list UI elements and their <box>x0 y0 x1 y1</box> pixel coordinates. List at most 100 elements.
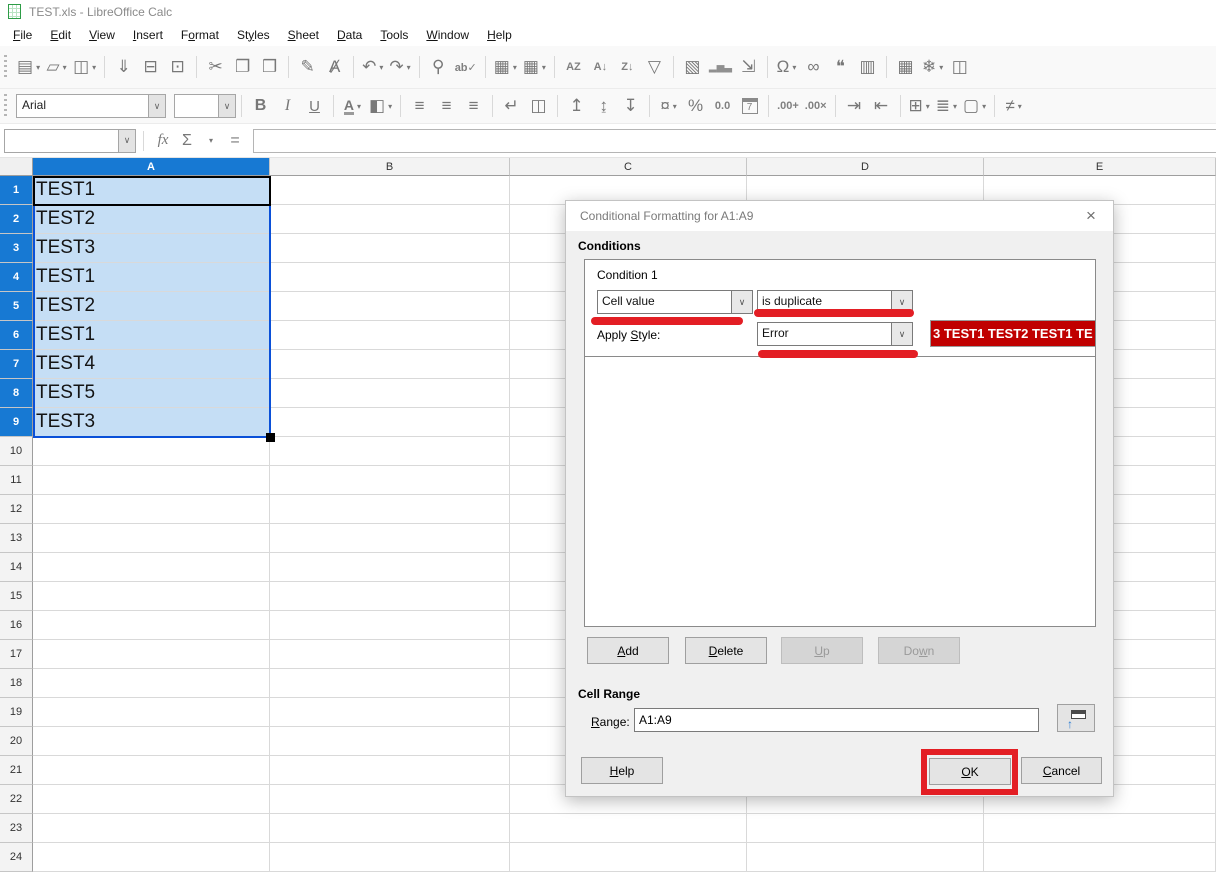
align-right-icon[interactable]: ≡ <box>461 92 486 120</box>
cell-B15[interactable] <box>270 582 510 611</box>
row-header-21[interactable]: 21 <box>0 756 33 785</box>
column-header-C[interactable]: C <box>510 158 747 176</box>
function-wizard-icon[interactable]: fx <box>151 129 175 153</box>
comment-icon[interactable]: ❝ <box>828 53 853 81</box>
sum-icon[interactable]: Σ <box>175 129 199 153</box>
row-header-11[interactable]: 11 <box>0 466 33 495</box>
menu-window[interactable]: Window <box>417 28 478 42</box>
cell-B22[interactable] <box>270 785 510 814</box>
row-header-6[interactable]: 6 <box>0 321 33 350</box>
row-header-22[interactable]: 22 <box>0 785 33 814</box>
font-name-combobox[interactable]: Arial ∨ <box>16 94 166 118</box>
name-box[interactable]: ∨ <box>4 129 136 153</box>
decrease-indent-icon[interactable]: ⇤ <box>869 92 894 120</box>
sort-ascending-icon[interactable]: A↓ <box>588 53 613 81</box>
menu-insert[interactable]: Insert <box>124 28 172 42</box>
freeze-panes-icon[interactable]: ❄▾ <box>920 53 945 81</box>
chevron-down-icon[interactable]: ∨ <box>148 95 165 117</box>
range-input[interactable] <box>634 708 1039 732</box>
cell-A6[interactable]: TEST1 <box>33 321 270 350</box>
merge-cells-icon[interactable]: ◫ <box>526 92 551 120</box>
row-header-7[interactable]: 7 <box>0 350 33 379</box>
cell-A18[interactable] <box>33 669 270 698</box>
font-size-combobox[interactable]: ∨ <box>174 94 236 118</box>
new-document-icon[interactable]: ▤▾ <box>15 53 42 81</box>
align-top-icon[interactable]: ↥ <box>564 92 589 120</box>
cell-B14[interactable] <box>270 553 510 582</box>
ok-button[interactable]: OK <box>929 758 1011 785</box>
cell-B2[interactable] <box>270 205 510 234</box>
cell-D23[interactable] <box>747 814 984 843</box>
draw-functions-icon[interactable]: ⇲ <box>736 53 761 81</box>
column-icon[interactable]: ▦▾ <box>521 53 548 81</box>
row-header-5[interactable]: 5 <box>0 292 33 321</box>
caret-down-icon[interactable]: ▾ <box>199 129 223 153</box>
format-number-icon[interactable]: 0.0 <box>710 92 735 120</box>
chevron-down-icon[interactable]: ∨ <box>891 291 912 313</box>
row-header-17[interactable]: 17 <box>0 640 33 669</box>
cell-D24[interactable] <box>747 843 984 872</box>
conditional-formatting-icon[interactable]: ≠▾ <box>1001 92 1026 120</box>
toolbar-grip[interactable] <box>4 55 7 79</box>
cell-B10[interactable] <box>270 437 510 466</box>
fill-handle[interactable] <box>266 433 275 442</box>
toolbar-grip[interactable] <box>4 94 7 118</box>
cancel-button[interactable]: Cancel <box>1021 757 1102 784</box>
cell-A10[interactable] <box>33 437 270 466</box>
cell-A7[interactable]: TEST4 <box>33 350 270 379</box>
cell-A23[interactable] <box>33 814 270 843</box>
cell-A14[interactable] <box>33 553 270 582</box>
help-button[interactable]: Help <box>581 757 663 784</box>
row-header-4[interactable]: 4 <box>0 263 33 292</box>
cell-A13[interactable] <box>33 524 270 553</box>
cell-A20[interactable] <box>33 727 270 756</box>
wrap-text-icon[interactable]: ↵ <box>499 92 524 120</box>
row-header-8[interactable]: 8 <box>0 379 33 408</box>
equals-icon[interactable]: = <box>223 129 247 153</box>
copy-icon[interactable]: ❐ <box>230 53 255 81</box>
center-vertically-icon[interactable]: ↨ <box>591 92 616 120</box>
cell-B13[interactable] <box>270 524 510 553</box>
cell-A5[interactable]: TEST2 <box>33 292 270 321</box>
column-header-A[interactable]: A <box>33 158 270 176</box>
close-icon[interactable]: × <box>1079 204 1103 228</box>
cell-A3[interactable]: TEST3 <box>33 234 270 263</box>
row-header-10[interactable]: 10 <box>0 437 33 466</box>
cell-A21[interactable] <box>33 756 270 785</box>
find-replace-icon[interactable]: ⚲ <box>426 53 451 81</box>
open-folder-icon[interactable]: ▱▾ <box>44 53 69 81</box>
add-button[interactable]: Add <box>587 637 669 664</box>
border-style-icon[interactable]: ≣▾ <box>934 92 959 120</box>
cell-B20[interactable] <box>270 727 510 756</box>
cell-B3[interactable] <box>270 234 510 263</box>
row-header-24[interactable]: 24 <box>0 843 33 872</box>
cell-A1[interactable]: TEST1 <box>33 176 270 205</box>
apply-style-dropdown[interactable]: Error ∨ <box>757 322 913 346</box>
row-header-20[interactable]: 20 <box>0 727 33 756</box>
cell-B21[interactable] <box>270 756 510 785</box>
row-header-14[interactable]: 14 <box>0 553 33 582</box>
row-header-16[interactable]: 16 <box>0 611 33 640</box>
condition-type-dropdown[interactable]: Cell value ∨ <box>597 290 753 314</box>
cell-A17[interactable] <box>33 640 270 669</box>
format-percent-icon[interactable]: % <box>683 92 708 120</box>
font-color-icon[interactable]: A▾ <box>340 92 365 120</box>
menu-file[interactable]: File <box>4 28 41 42</box>
cell-A12[interactable] <box>33 495 270 524</box>
export-pdf-icon[interactable]: ⇓ <box>111 53 136 81</box>
print-area-icon[interactable]: ▦ <box>893 53 918 81</box>
insert-chart-icon[interactable]: ▂▅▃ <box>707 53 734 81</box>
chevron-down-icon[interactable]: ∨ <box>731 291 752 313</box>
cell-C24[interactable] <box>510 843 747 872</box>
cell-E23[interactable] <box>984 814 1216 843</box>
special-character-icon[interactable]: Ω▾ <box>774 53 799 81</box>
row-header-15[interactable]: 15 <box>0 582 33 611</box>
row-header-12[interactable]: 12 <box>0 495 33 524</box>
align-bottom-icon[interactable]: ↧ <box>618 92 643 120</box>
print-preview-icon[interactable]: ⊡ <box>165 53 190 81</box>
column-header-E[interactable]: E <box>984 158 1216 176</box>
increase-indent-icon[interactable]: ⇥ <box>842 92 867 120</box>
delete-button[interactable]: Delete <box>685 637 767 664</box>
menu-view[interactable]: View <box>80 28 124 42</box>
menu-help[interactable]: Help <box>478 28 521 42</box>
